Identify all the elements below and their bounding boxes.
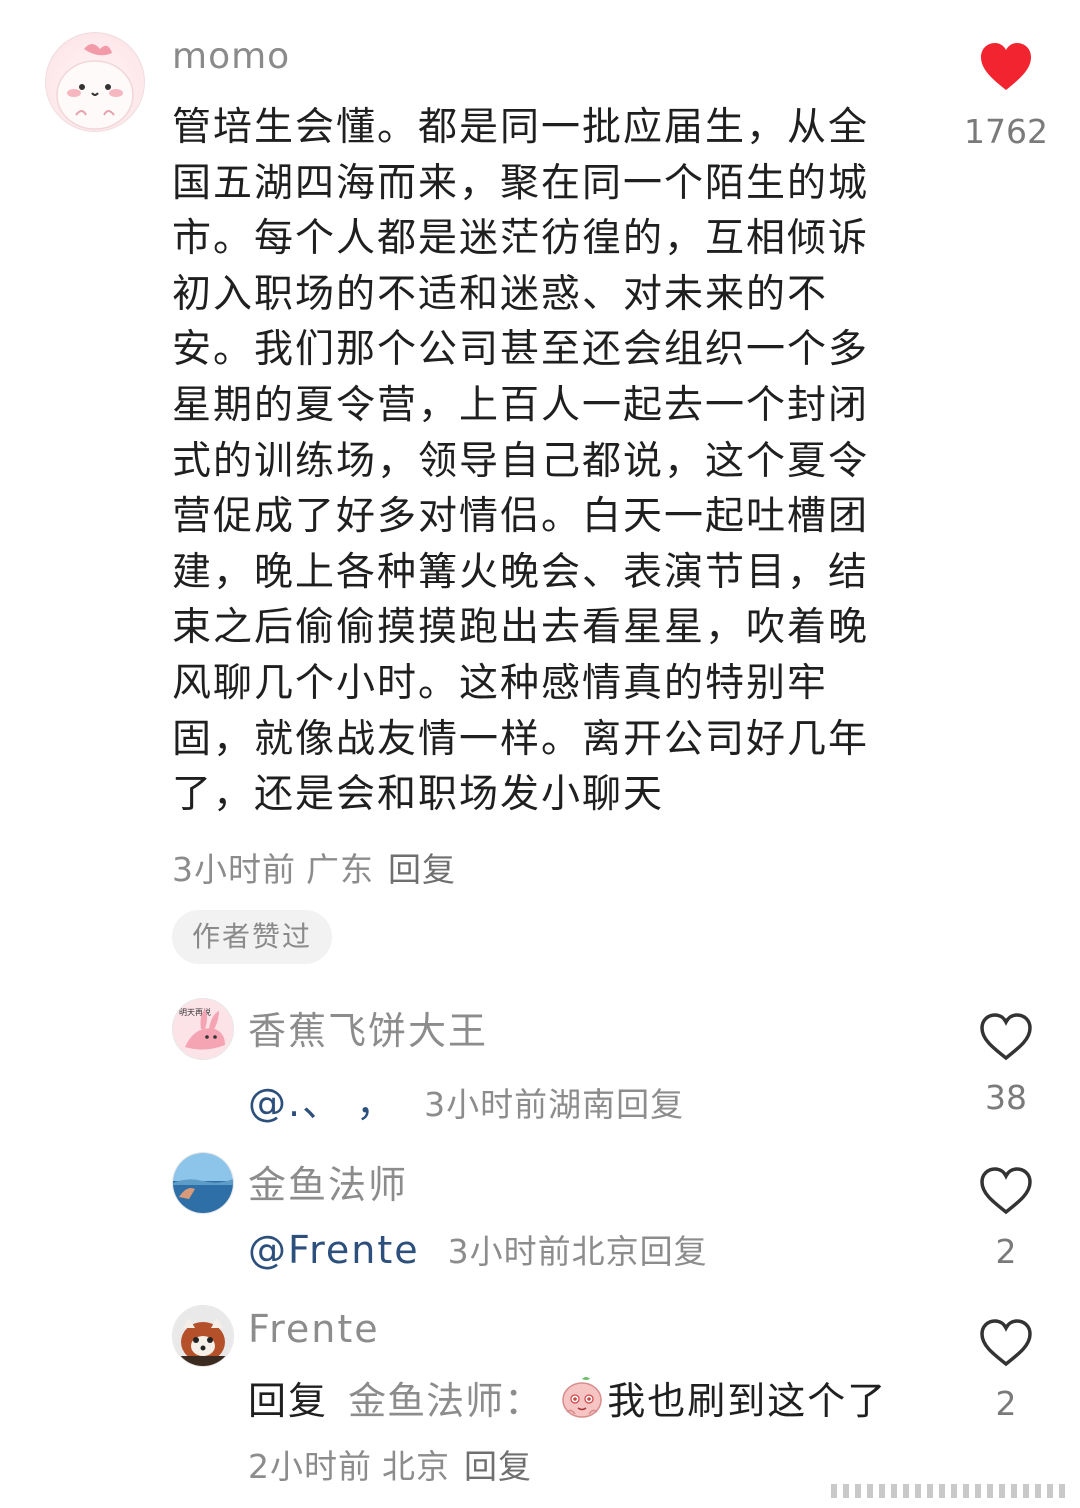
reply-content: @.、 ， 3小时前湖南回复 [248, 1072, 684, 1127]
bunny-avatar-icon: 明天再说 [173, 999, 233, 1059]
mention-link[interactable]: @.、 ， [248, 1081, 396, 1125]
location: 广东 [306, 850, 374, 889]
comment-text: 管培生会懂。都是同一批应届生，从全 国五湖四海而来，聚在同一个陌生的城 市。每个… [172, 105, 870, 818]
comment-meta: 3小时前 广东 回复 [172, 843, 456, 891]
location: 北京 [382, 1447, 450, 1486]
timestamp: 3小时前 [172, 850, 296, 889]
blushing-peach-emoji-icon [562, 1377, 602, 1418]
username[interactable]: Frente [248, 1307, 380, 1351]
username[interactable]: 金鱼法师 [248, 1154, 408, 1209]
cute-character-avatar-icon [56, 44, 134, 130]
like-count: 38 [985, 1078, 1027, 1117]
mention-link[interactable]: @Frente [248, 1228, 420, 1272]
like-count: 2 [995, 1232, 1017, 1271]
red-panda-avatar-icon [173, 1306, 233, 1366]
reply-button[interactable]: 回复 [388, 850, 456, 889]
heart-filled-icon[interactable] [979, 42, 1033, 92]
heart-icon[interactable] [979, 1012, 1033, 1062]
username[interactable]: momo [172, 36, 290, 77]
avatar[interactable] [45, 32, 145, 132]
heart-icon[interactable] [979, 1166, 1033, 1216]
location: 北京 [571, 1232, 640, 1271]
avatar[interactable] [172, 1152, 234, 1214]
like-count: 1762 [964, 112, 1048, 151]
reply-button[interactable]: 回复 [464, 1447, 532, 1486]
username[interactable]: 香蕉飞饼大王 [248, 1000, 488, 1055]
timestamp: 3小时前 [424, 1085, 549, 1124]
timestamp: 3小时前 [447, 1232, 572, 1271]
home-indicator-decoration [831, 1484, 1065, 1498]
comment-meta: 2小时前 北京 回复 [248, 1440, 532, 1488]
heart-icon[interactable] [979, 1318, 1033, 1368]
reply-prefix: 回复 [248, 1379, 329, 1423]
timestamp: 2小时前 [248, 1447, 372, 1486]
like-count: 2 [995, 1384, 1017, 1423]
reply-button[interactable]: 回复 [640, 1232, 708, 1271]
lake-photo-avatar-icon [173, 1153, 233, 1213]
reply-content: 回复 金鱼法师： 我也刷到这个了 [248, 1370, 887, 1425]
avatar[interactable] [172, 1305, 234, 1367]
reply-button[interactable]: 回复 [616, 1085, 684, 1124]
reply-text: 我也刷到这个了 [607, 1379, 888, 1423]
location: 湖南 [548, 1085, 617, 1124]
avatar[interactable]: 明天再说 [172, 998, 234, 1060]
reply-content: @Frente 3小时前北京回复 [248, 1225, 708, 1273]
reply-to-user[interactable]: 金鱼法师： [348, 1379, 543, 1423]
author-liked-badge: 作者赞过 [172, 910, 333, 964]
